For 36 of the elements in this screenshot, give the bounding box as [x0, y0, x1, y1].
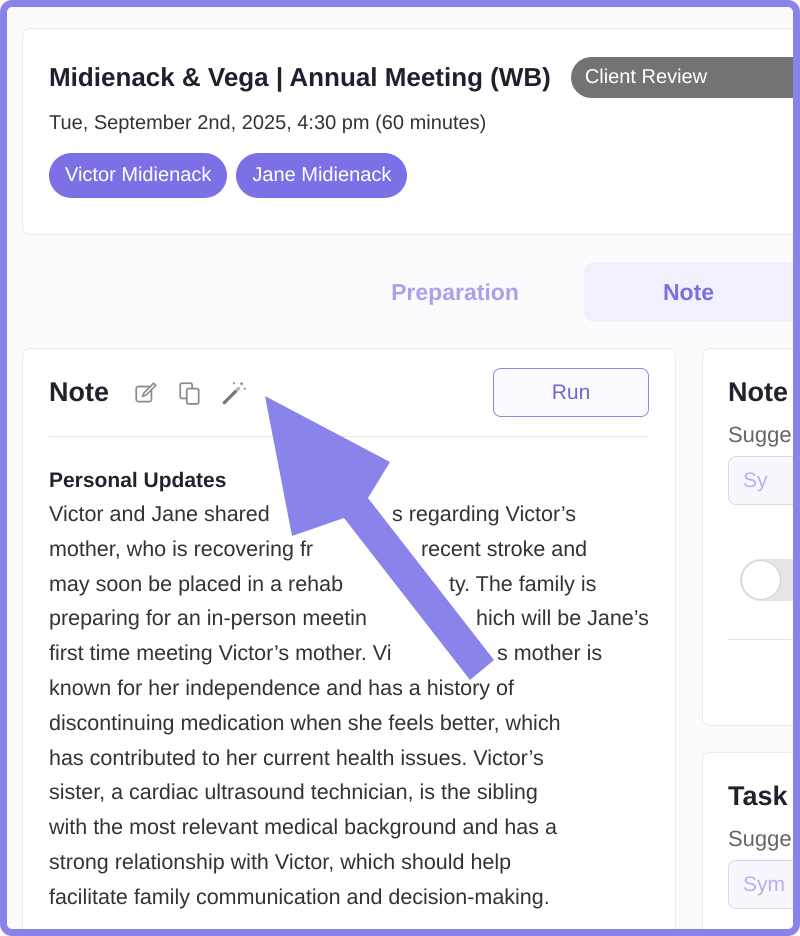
note-text: preparing for an in-person meetin: [49, 605, 367, 632]
note-title: Note: [49, 377, 109, 408]
tab[interactable]: Preparation: [360, 262, 550, 322]
note-text: Victor and Jane shared: [49, 501, 270, 528]
edit-icon[interactable]: [133, 380, 159, 406]
panel-subtitle: Sugge: [728, 826, 793, 852]
note-text: recent stroke and: [421, 536, 588, 563]
status-badge: Client Review: [570, 57, 793, 98]
magic-wand-icon[interactable]: [221, 380, 247, 406]
note-text: strong relationship with Victor, which should help: [49, 848, 512, 876]
note-text: has contributed to her current health issues. Victor’s: [49, 744, 544, 772]
section-heading: Personal Updates: [49, 469, 228, 493]
note-text: sister, a cardiac ultrasound technician, is the sibling: [49, 779, 538, 806]
panel-title: Task: [728, 781, 789, 812]
attendee-chip[interactable]: Victor Midienack: [49, 153, 228, 198]
note-text: with the most relevant medical background and has a: [49, 814, 557, 842]
run-button[interactable]: Run: [493, 368, 649, 417]
meeting-title: Midienack & Vega | Annual Meeting (WB): [49, 62, 551, 93]
note-text: facilitate family communication and decision-making.: [49, 884, 550, 911]
meeting-datetime: Tue, September 2nd, 2025, 4:30 pm (60 minutes): [49, 112, 488, 135]
tab[interactable]: Note: [584, 262, 793, 322]
panel-button[interactable]: Sy: [728, 456, 793, 505]
panel-title: Note: [728, 377, 789, 408]
note-text: ty. The family is: [449, 570, 596, 598]
note-text: s mother is: [497, 640, 602, 668]
note-text: mother, who is recovering fr: [49, 536, 314, 563]
note-text: hich will be Jane’s: [476, 605, 649, 632]
toggle-switch[interactable]: [740, 559, 793, 601]
note-text: may soon be placed in a rehab: [49, 570, 344, 598]
note-text: first time meeting Victor’s mother. Vi: [49, 640, 392, 668]
attendee-chip[interactable]: Jane Midienack: [236, 153, 408, 198]
panel-button[interactable]: Sym: [728, 860, 793, 909]
note-text: s regarding Victor’s: [392, 501, 576, 528]
panel-subtitle: Sugge: [728, 422, 793, 448]
note-text: known for her independence and has a history of: [49, 674, 514, 702]
note-text: discontinuing medication when she feels better, which: [49, 710, 561, 737]
